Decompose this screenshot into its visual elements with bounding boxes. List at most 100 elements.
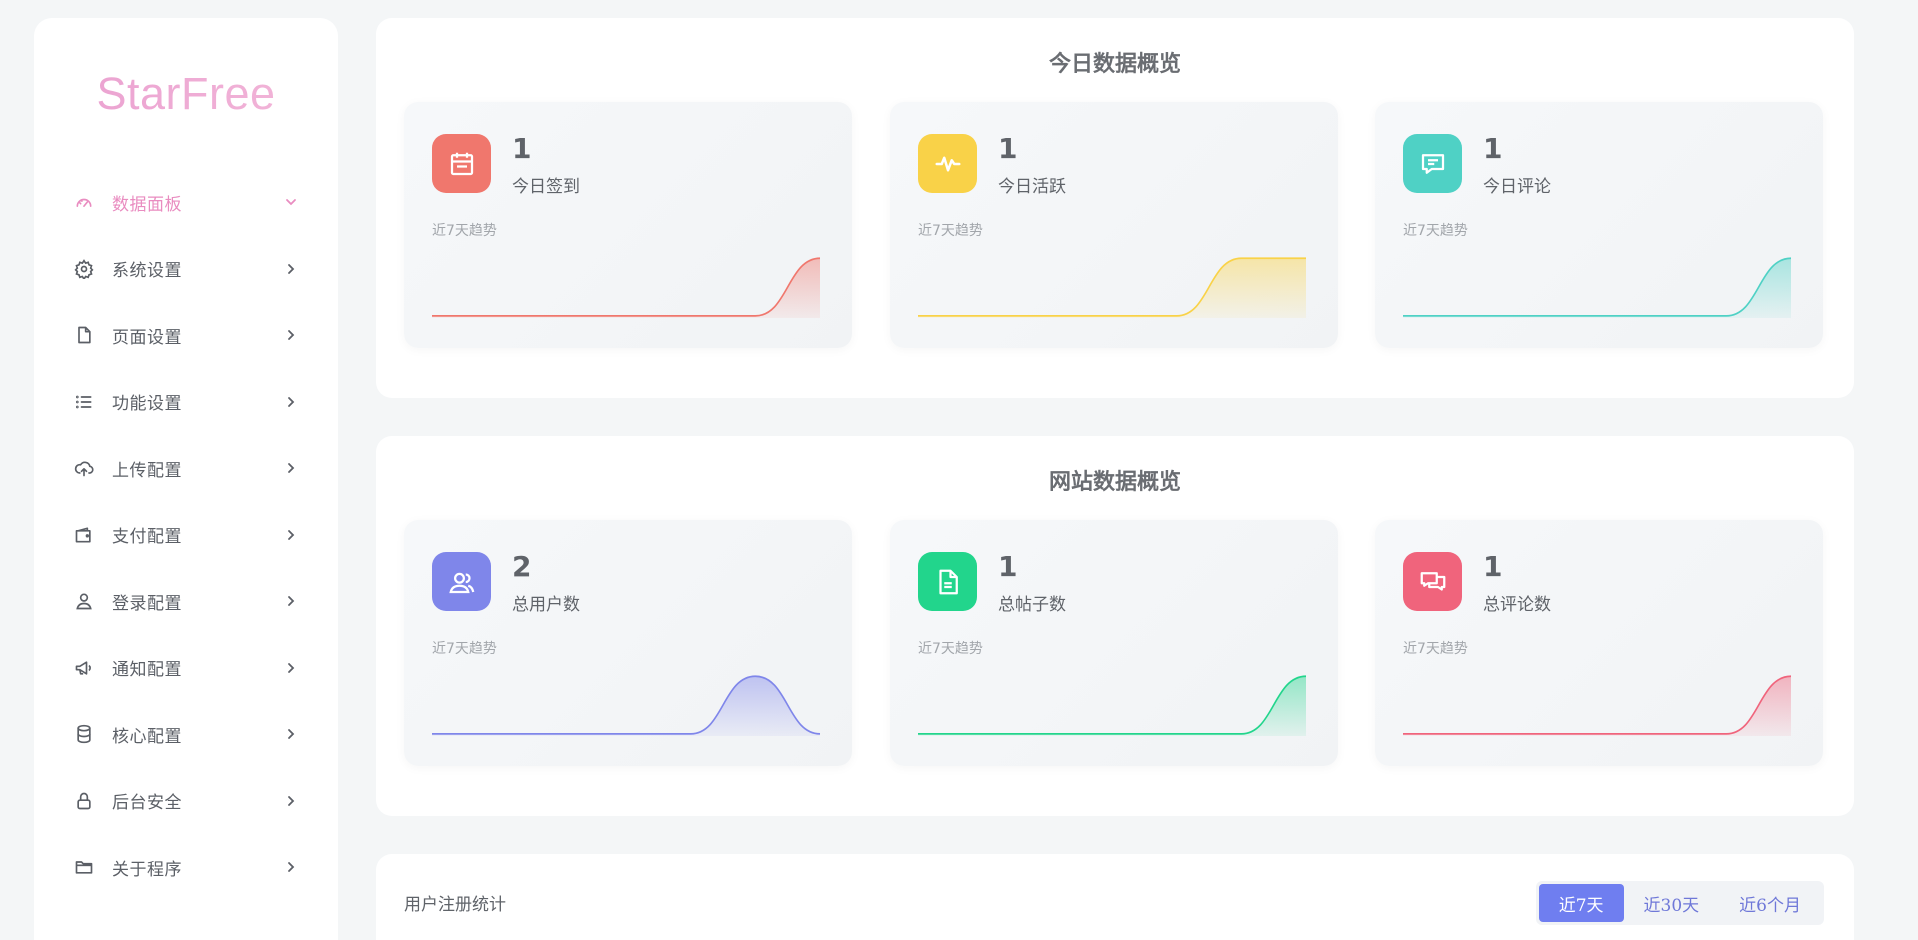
today-overview-title: 今日数据概览 <box>1048 51 1181 77</box>
registration-panel: 用户注册统计 近7天 近30天 近6个月 <box>376 854 1854 940</box>
site-card-2: 1 总帖子数近7天趋势 <box>890 520 1338 766</box>
sidebar-item-7[interactable]: 登录配置 <box>74 581 298 621</box>
stat-label: 今日评论 <box>1483 177 1551 197</box>
sidebar: StarFree 数据面板系统设置页面设置功能设置上传配置支付配置登录配置通知配… <box>34 18 338 940</box>
sparkline-area <box>432 676 820 736</box>
sidebar-item-label: 功能设置 <box>112 394 182 414</box>
user-icon <box>74 591 94 611</box>
trend-sparkline <box>432 675 820 736</box>
sidebar-item-8[interactable]: 通知配置 <box>74 648 298 688</box>
dashboard-gauge-icon <box>74 192 94 212</box>
users-icon <box>432 552 491 611</box>
stat-value: 1 <box>512 132 532 165</box>
trend-caption: 近7天趋势 <box>918 223 983 239</box>
range-option-2[interactable]: 近30天 <box>1624 884 1720 922</box>
site-card-3: 1 总评论数近7天趋势 <box>1375 520 1823 766</box>
megaphone-icon <box>74 658 94 678</box>
chevron-down-icon <box>284 195 298 209</box>
sidebar-item-label: 后台安全 <box>112 793 182 813</box>
today-card-1: 1 今日签到近7天趋势 <box>404 102 852 348</box>
stat-value: 1 <box>1483 550 1503 583</box>
range-option-3[interactable]: 近6个月 <box>1719 884 1821 922</box>
comment-icon <box>1403 134 1462 193</box>
sidebar-item-9[interactable]: 核心配置 <box>74 714 298 754</box>
sidebar-item-5[interactable]: 上传配置 <box>74 448 298 488</box>
sidebar-item-label: 上传配置 <box>112 460 182 481</box>
registration-title: 用户注册统计 <box>404 895 506 915</box>
sidebar-item-10[interactable]: 后台安全 <box>74 781 298 821</box>
site-overview-title: 网站数据概览 <box>1048 469 1181 495</box>
today-overview-panel: 今日数据概览 1 今日签到近7天趋势 1 今日活跃近7天趋势 1 今日评论近7天趋势 <box>376 18 1854 398</box>
chevron-right-icon <box>284 661 298 675</box>
trend-sparkline <box>1403 257 1791 318</box>
list-icon <box>74 392 94 412</box>
folder-icon <box>74 857 94 877</box>
chevron-right-icon <box>284 328 298 342</box>
today-card-3: 1 今日评论近7天趋势 <box>1375 102 1823 348</box>
sidebar-item-1[interactable]: 数据面板 <box>74 182 298 222</box>
sidebar-item-label: 关于程序 <box>112 859 182 880</box>
lock-icon <box>74 791 94 811</box>
sidebar-item-4[interactable]: 功能设置 <box>74 382 298 422</box>
sparkline-area <box>918 258 1306 318</box>
sparkline-line <box>1403 257 1791 317</box>
chevron-right-icon <box>284 727 298 741</box>
sparkline-area <box>1403 676 1791 736</box>
post-document-icon <box>918 552 977 611</box>
range-option-1[interactable]: 近7天 <box>1538 884 1624 922</box>
sparkline-line <box>432 257 820 317</box>
chevron-right-icon <box>284 860 298 874</box>
sidebar-item-2[interactable]: 系统设置 <box>74 249 298 289</box>
cloud-upload-icon <box>74 458 94 478</box>
stat-label: 总用户数 <box>512 595 580 615</box>
today-card-2: 1 今日活跃近7天趋势 <box>890 102 1338 348</box>
app-logo: StarFree <box>34 68 338 120</box>
stat-value: 1 <box>998 550 1018 583</box>
site-card-1: 2 总用户数近7天趋势 <box>404 520 852 766</box>
sparkline-area <box>918 676 1306 736</box>
stat-value: 1 <box>998 132 1018 165</box>
trend-caption: 近7天趋势 <box>1403 223 1468 239</box>
document-icon <box>74 325 94 345</box>
sparkline-area <box>432 258 820 318</box>
trend-caption: 近7天趋势 <box>1403 641 1468 657</box>
sidebar-item-label: 页面设置 <box>112 327 182 348</box>
trend-sparkline <box>918 257 1306 318</box>
sidebar-item-label: 通知配置 <box>112 660 182 680</box>
stat-label: 总帖子数 <box>998 595 1066 615</box>
stat-value: 1 <box>1483 132 1503 165</box>
stat-label: 今日活跃 <box>998 177 1066 197</box>
gear-icon <box>74 258 94 279</box>
sparkline-line <box>1403 675 1791 735</box>
trend-sparkline <box>1403 675 1791 736</box>
site-overview-panel: 网站数据概览 2 总用户数近7天趋势 1 总帖子数近7天趋势 1 总评论数近7天趋势 <box>376 436 1854 816</box>
trend-sparkline <box>918 675 1306 736</box>
activity-pulse-icon <box>918 134 977 193</box>
chevron-right-icon <box>284 262 298 276</box>
trend-caption: 近7天趋势 <box>918 641 983 657</box>
sidebar-item-label: 支付配置 <box>112 527 182 547</box>
chevron-right-icon <box>284 395 298 409</box>
calendar-icon <box>432 134 491 193</box>
sidebar-item-label: 系统设置 <box>112 261 182 281</box>
sidebar-item-3[interactable]: 页面设置 <box>74 315 298 355</box>
stat-label: 今日签到 <box>512 177 580 197</box>
sidebar-item-6[interactable]: 支付配置 <box>74 515 298 555</box>
stat-label: 总评论数 <box>1483 595 1551 615</box>
chevron-right-icon <box>284 794 298 808</box>
trend-caption: 近7天趋势 <box>432 641 497 657</box>
chevron-right-icon <box>284 528 298 542</box>
chevron-right-icon <box>284 461 298 475</box>
database-icon <box>74 724 94 744</box>
trend-caption: 近7天趋势 <box>432 223 497 239</box>
sparkline-area <box>1403 258 1791 318</box>
stat-value: 2 <box>512 550 532 583</box>
sparkline-line <box>918 675 1306 735</box>
trend-sparkline <box>432 257 820 318</box>
comments-icon <box>1403 552 1462 611</box>
chevron-right-icon <box>284 594 298 608</box>
sidebar-item-11[interactable]: 关于程序 <box>74 847 298 887</box>
sidebar-item-label: 数据面板 <box>112 194 182 215</box>
sidebar-item-label: 核心配置 <box>112 726 182 747</box>
sidebar-item-label: 登录配置 <box>112 593 182 614</box>
